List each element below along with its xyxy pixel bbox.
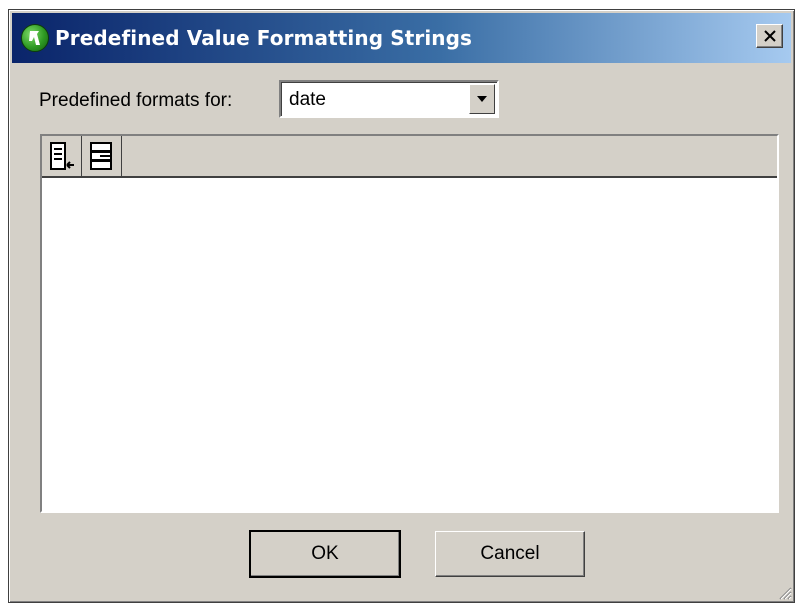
title-bar[interactable]: Predefined Value Formatting Strings — [12, 13, 791, 63]
close-icon — [763, 30, 776, 42]
append-row-icon — [89, 142, 112, 170]
append-row-button[interactable] — [82, 136, 122, 176]
formats-label: Predefined formats for: — [39, 90, 233, 111]
dropdown-arrow-button[interactable] — [469, 84, 495, 114]
formats-dropdown-value: date — [289, 89, 326, 110]
insert-row-icon — [49, 142, 74, 170]
formats-dropdown[interactable]: date — [279, 80, 499, 118]
window-title: Predefined Value Formatting Strings — [55, 26, 473, 50]
format-strings-list[interactable] — [42, 178, 777, 511]
app-logo-icon — [21, 24, 49, 52]
cancel-button[interactable]: Cancel — [435, 531, 585, 577]
list-toolbar — [42, 136, 777, 178]
close-button[interactable] — [756, 24, 783, 48]
format-strings-panel — [40, 134, 779, 513]
chevron-down-icon — [477, 96, 487, 102]
insert-row-button[interactable] — [42, 136, 82, 176]
ok-button[interactable]: OK — [249, 530, 401, 578]
dialog-window: Predefined Value Formatting Strings Pred… — [8, 9, 795, 603]
resize-grip-icon[interactable] — [776, 584, 792, 600]
